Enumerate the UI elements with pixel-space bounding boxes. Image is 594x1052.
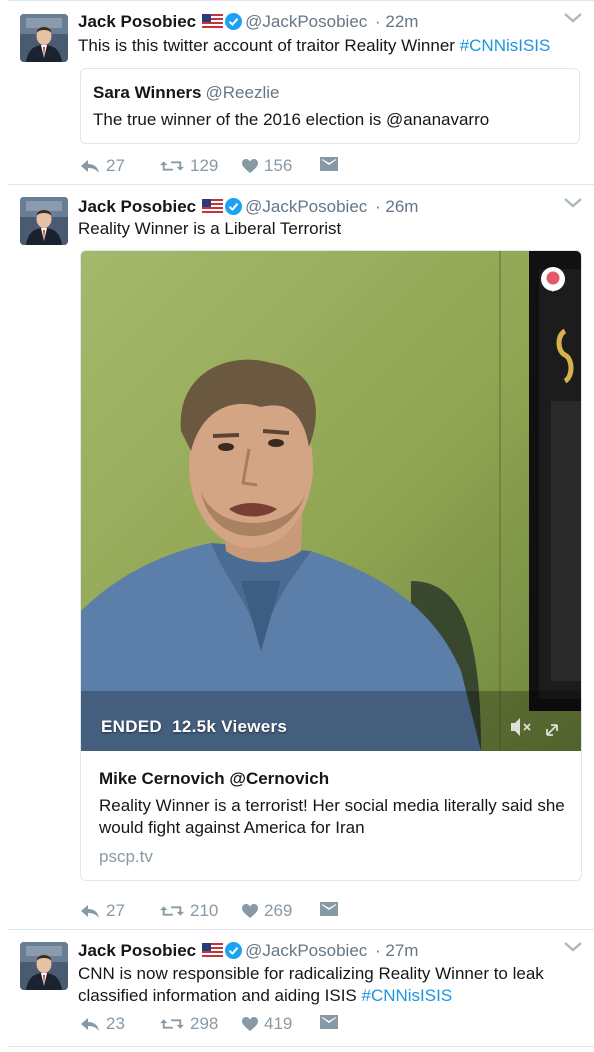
direct-message-icon [320, 1014, 338, 1030]
reply-icon [80, 1016, 100, 1032]
expand-button[interactable] [541, 713, 565, 743]
tweet-text-body: CNN is now responsible for radicalizing … [78, 964, 544, 1005]
card-domain[interactable]: pscp.tv [99, 847, 153, 867]
chevron-down-icon[interactable] [564, 197, 582, 209]
author-handle[interactable]: @JackPosobiec [245, 12, 367, 31]
like-button[interactable]: 419 [242, 1014, 292, 1034]
direct-message-icon [320, 156, 338, 172]
reply-icon [80, 903, 100, 919]
reply-count: 27 [106, 901, 125, 920]
avatar[interactable] [20, 942, 68, 990]
tweet-header: Jack Posobiec @JackPosobiec · 26m [78, 197, 418, 217]
author-name[interactable]: Jack Posobiec [78, 197, 196, 216]
hashtag-link[interactable]: #CNNisISIS [460, 36, 551, 55]
direct-message-button[interactable] [320, 901, 344, 917]
reply-count: 27 [106, 156, 125, 175]
tweet-divider [8, 1046, 594, 1047]
avatar-image [20, 197, 68, 245]
tweet-text: CNN is now responsible for radicalizing … [78, 963, 588, 1007]
reply-icon [80, 158, 100, 174]
us-flag-icon [202, 943, 223, 957]
like-button[interactable]: 156 [242, 156, 292, 176]
tweet[interactable]: Jack Posobiec @JackPosobiec · 26m Reality… [0, 185, 594, 929]
direct-message-button[interactable] [320, 1014, 344, 1030]
card-description: Reality Winner is a terrorist! Her socia… [99, 796, 565, 837]
tweet-timestamp[interactable]: · 27m [375, 941, 418, 960]
tweet-header: Jack Posobiec @JackPosobiec · 22m [78, 12, 418, 32]
avatar-image [20, 942, 68, 990]
retweet-button[interactable]: 298 [160, 1014, 218, 1034]
retweet-count: 129 [190, 156, 219, 175]
viewer-count: 12.5k Viewers [172, 717, 288, 736]
avatar[interactable] [20, 197, 68, 245]
quoted-tweet-text: The true winner of the 2016 election is … [93, 110, 490, 129]
verified-badge-icon [225, 13, 242, 30]
like-button[interactable]: 269 [242, 901, 292, 921]
media-card[interactable]: ENDED 12.5k Viewers Mike Cernovich @Cern… [80, 250, 582, 881]
verified-badge-icon [225, 198, 242, 215]
tweet-text: This is this twitter account of traitor … [78, 35, 588, 57]
like-count: 419 [264, 1014, 293, 1033]
heart-icon [242, 1017, 258, 1032]
video-thumbnail [81, 251, 581, 751]
tweet-timestamp[interactable]: · 26m [375, 197, 418, 216]
direct-message-icon [320, 901, 338, 917]
tweet[interactable]: Jack Posobiec @JackPosobiec · 22m This is… [0, 0, 594, 184]
broadcast-ended-label: ENDED [101, 717, 163, 736]
retweet-button[interactable]: 129 [160, 156, 218, 176]
tweet[interactable]: Jack Posobiec @JackPosobiec · 27m CNN is … [0, 930, 594, 1046]
us-flag-icon [202, 199, 223, 213]
reply-button[interactable]: 27 [80, 901, 125, 921]
author-name[interactable]: Jack Posobiec [78, 941, 196, 960]
reply-button[interactable]: 27 [80, 156, 125, 176]
avatar[interactable] [20, 14, 68, 62]
quoted-tweet-header: Sara Winners @Reezlie [93, 83, 279, 103]
retweet-icon [160, 903, 184, 919]
retweet-button[interactable]: 210 [160, 901, 218, 921]
tweet-text: Reality Winner is a Liberal Terrorist [78, 219, 342, 238]
quoted-author-name: Sara Winners [93, 83, 202, 102]
like-count: 156 [264, 156, 293, 175]
heart-icon [242, 904, 258, 919]
tweet-text-body: This is this twitter account of traitor … [78, 36, 460, 55]
broadcast-status: ENDED 12.5k Viewers [101, 717, 287, 737]
author-handle[interactable]: @JackPosobiec [245, 941, 367, 960]
tweet-timestamp[interactable]: · 22m [375, 12, 418, 31]
video-player[interactable]: ENDED 12.5k Viewers [81, 251, 581, 751]
reply-count: 23 [106, 1014, 125, 1033]
chevron-down-icon[interactable] [564, 12, 582, 24]
quoted-author-handle: @Reezlie [205, 83, 280, 102]
quoted-tweet[interactable]: Sara Winners @Reezlie The true winner of … [80, 68, 580, 144]
direct-message-button[interactable] [320, 156, 344, 172]
retweet-count: 210 [190, 901, 219, 920]
author-name[interactable]: Jack Posobiec [78, 12, 196, 31]
avatar-image [20, 14, 68, 62]
retweet-icon [160, 1016, 184, 1032]
tweet-header: Jack Posobiec @JackPosobiec · 27m [78, 941, 418, 961]
retweet-icon [160, 158, 184, 174]
mute-button[interactable] [505, 713, 535, 743]
like-count: 269 [264, 901, 293, 920]
retweet-count: 298 [190, 1014, 219, 1033]
verified-badge-icon [225, 942, 242, 959]
chevron-down-icon[interactable] [564, 941, 582, 953]
heart-icon [242, 159, 258, 174]
author-handle[interactable]: @JackPosobiec [245, 197, 367, 216]
us-flag-icon [202, 14, 223, 28]
card-title[interactable]: Mike Cernovich @Cernovich [99, 769, 329, 789]
reply-button[interactable]: 23 [80, 1014, 125, 1034]
hashtag-link[interactable]: #CNNisISIS [362, 986, 453, 1005]
